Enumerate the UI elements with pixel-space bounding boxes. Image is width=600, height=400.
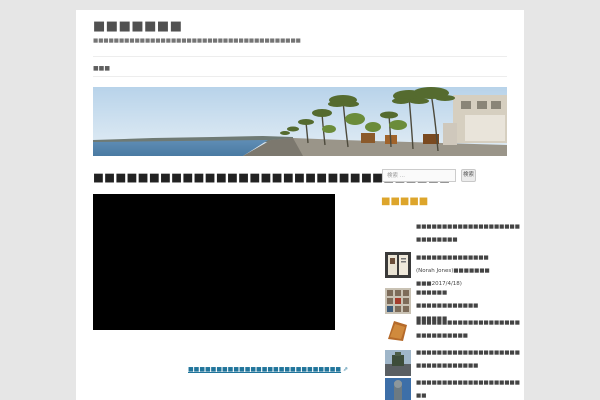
post-link-text[interactable]: ■■■■■■■■■■■■■■■■■■■■■■■■■■■ xyxy=(188,366,341,373)
recent-post-line[interactable]: ■■■■■■■■■■■■■■ xyxy=(416,252,506,265)
nav-top-divider xyxy=(93,56,507,57)
recent-post-line[interactable]: ■■■■■■■■■■■■■■■■■■■■ xyxy=(416,317,520,330)
recent-post-line[interactable]: ■■■■■■■■■■ xyxy=(416,330,506,343)
recent-post-item[interactable]: ■■■■■■■■■■■■■■■■■■■■ ■■■■■■■■■■■■ xyxy=(416,347,520,373)
recent-post-line[interactable]: ■■■■■■■■■■■■■■■■■■■■ xyxy=(416,377,520,390)
recent-post-line[interactable]: ■■■■■■■■■■■■■■■■■■■■ xyxy=(416,347,520,360)
nav-item-home[interactable]: ■■■ xyxy=(93,65,110,72)
recent-post-line[interactable]: ■■■■■■■■■■■■■■■■■■■■ xyxy=(416,221,520,234)
recent-post-line[interactable]: ■■■■■■■■■■■■ xyxy=(416,360,506,373)
video-player[interactable] xyxy=(93,194,335,330)
page-container: ■■■■■■■ ■■■■■■■■■■■■■■■■■■■■■■■■■■■■■■■■… xyxy=(76,10,524,400)
header-image[interactable] xyxy=(93,87,507,156)
recent-post-line[interactable]: ■■■■■■ ■■■■■■■■■■■■ xyxy=(416,287,506,313)
post-external-link[interactable]: ■■■■■■■■■■■■■■■■■■■■■■■■■■■ ⇗ xyxy=(188,366,348,373)
recent-post-line[interactable]: ■■■■■■■■ xyxy=(416,234,506,247)
recent-post-item[interactable]: ■■■■■■■■■■■■■■■■■■■■ ■■ xyxy=(416,377,520,400)
recent-post-thumbnail[interactable] xyxy=(385,317,411,343)
recent-post-line[interactable]: (Norah Jones)■■■■■■■ xyxy=(416,265,506,278)
nav-bottom-divider xyxy=(93,76,507,77)
search-button[interactable]: 検索 xyxy=(461,169,476,182)
recent-post-thumbnail[interactable] xyxy=(385,252,411,278)
recent-post-thumbnail[interactable] xyxy=(385,288,411,314)
site-title[interactable]: ■■■■■■■ xyxy=(93,19,182,34)
recent-post-thumbnail[interactable] xyxy=(385,350,411,376)
recent-posts-title: ■■■■■ xyxy=(381,196,429,207)
recent-post-line[interactable]: ■■ xyxy=(416,390,506,400)
site-tagline: ■■■■■■■■■■■■■■■■■■■■■■■■■■■■■■■■■■■■■■■■ xyxy=(93,38,301,44)
external-link-icon: ⇗ xyxy=(343,366,349,373)
recent-post-item[interactable]: ■■■■■■■■■■■■■■ (Norah Jones)■■■■■■■ ■■■2… xyxy=(416,252,506,291)
recent-post-item[interactable]: ■■■■■■■■■■■■■■■■■■■■ ■■■■■■■■ xyxy=(416,221,520,247)
recent-post-item[interactable]: ■■■■■■■■■■■■■■■■■■■■ ■■■■■■■■■■ xyxy=(416,317,520,343)
search-input[interactable]: 検索 ... xyxy=(382,169,456,182)
recent-post-thumbnail[interactable] xyxy=(385,378,411,400)
